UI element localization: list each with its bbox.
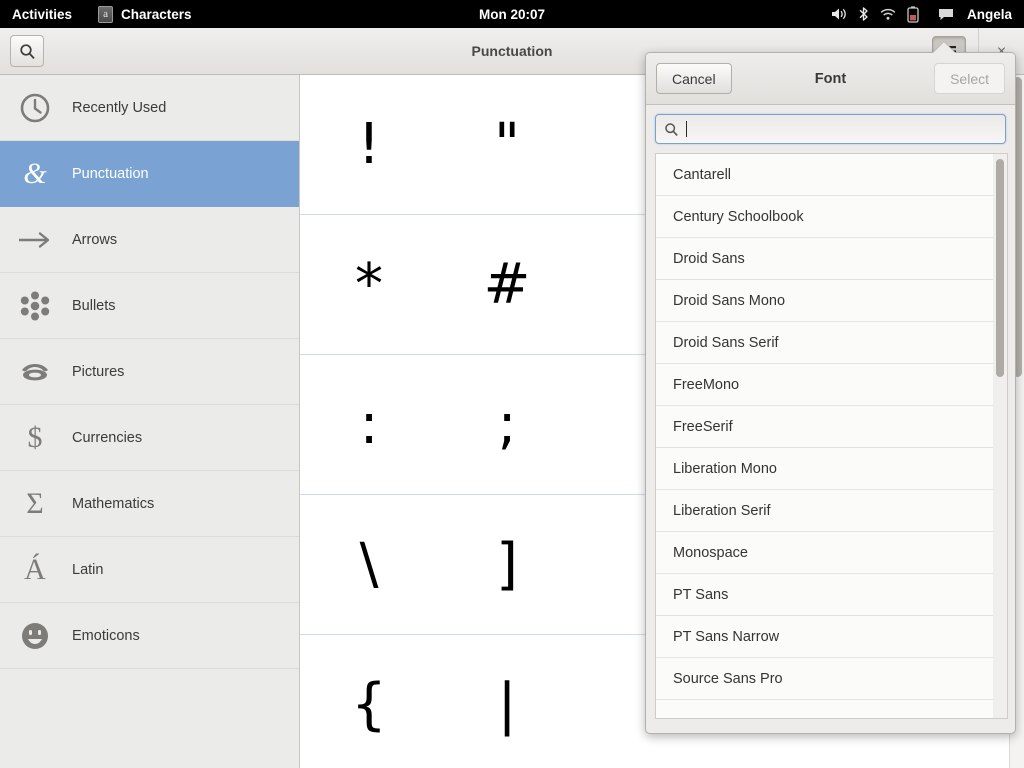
sigma-glyph: Σ <box>26 486 44 520</box>
a-acute-glyph: Á <box>24 552 46 586</box>
font-selection-popover: Cancel Font Select Cantarell Century Sch… <box>645 52 1016 734</box>
character-cell[interactable]: ! <box>300 75 438 215</box>
sidebar-item-arrows[interactable]: Arrows <box>0 207 299 273</box>
sidebar-item-label: Recently Used <box>72 99 167 116</box>
character-cell[interactable]: | <box>438 635 576 768</box>
dollar-sign-icon: $ <box>14 417 56 459</box>
font-list-item[interactable]: FreeMono <box>656 364 1007 406</box>
app-menu-button[interactable]: a Characters <box>86 0 204 28</box>
font-search-container <box>646 105 1015 152</box>
sidebar-item-label: Currencies <box>72 429 143 446</box>
sidebar-item-label: Pictures <box>72 363 125 380</box>
popover-arrow <box>933 42 955 53</box>
popover-header: Cancel Font Select <box>646 53 1015 105</box>
volume-icon <box>831 7 847 21</box>
search-icon <box>664 122 679 137</box>
clock-label: Mon 20:07 <box>478 6 546 22</box>
system-status-area[interactable]: Angela <box>831 0 1024 28</box>
gnome-top-bar: Activities a Characters Mon 20:07 Angela <box>0 0 1024 28</box>
character-cell[interactable]: " <box>438 75 576 215</box>
font-list-scrollbar[interactable] <box>993 154 1007 718</box>
a-acute-icon: Á <box>14 549 56 591</box>
battery-icon <box>907 5 919 23</box>
sidebar-item-punctuation[interactable]: & Punctuation <box>0 141 299 207</box>
font-list-item[interactable]: Monospace <box>656 532 1007 574</box>
character-cell[interactable]: ; <box>438 355 576 495</box>
character-cell[interactable]: ] <box>438 495 576 635</box>
sigma-icon: Σ <box>14 483 56 525</box>
ampersand-icon: & <box>14 153 56 195</box>
telephone-icon <box>14 351 56 393</box>
app-icon-glyph: a <box>103 7 108 20</box>
sidebar-item-currencies[interactable]: $ Currencies <box>0 405 299 471</box>
character-cell[interactable]: # <box>438 215 576 355</box>
clock-icon <box>14 87 56 129</box>
character-cell[interactable]: \ <box>300 495 438 635</box>
wifi-icon <box>880 8 896 21</box>
ampersand-glyph: & <box>23 156 47 190</box>
font-list-item[interactable]: PT Sans <box>656 574 1007 616</box>
sidebar-item-label: Latin <box>72 561 104 578</box>
font-list[interactable]: Cantarell Century Schoolbook Droid Sans … <box>655 153 1008 719</box>
activities-label: Activities <box>12 6 73 22</box>
category-sidebar: Recently Used & Punctuation Arrows Bulle… <box>0 75 300 768</box>
sidebar-item-label: Punctuation <box>72 165 149 182</box>
font-list-item[interactable]: Liberation Serif <box>656 490 1007 532</box>
arrow-right-icon <box>14 219 56 261</box>
font-list-item[interactable]: Cantarell <box>656 154 1007 196</box>
dollar-glyph: $ <box>27 420 43 454</box>
sidebar-item-label: Arrows <box>72 231 118 248</box>
sidebar-item-label: Emoticons <box>72 627 140 644</box>
sidebar-item-pictures[interactable]: Pictures <box>0 339 299 405</box>
font-list-item[interactable]: Century Schoolbook <box>656 196 1007 238</box>
font-list-item[interactable]: FreeSerif <box>656 406 1007 448</box>
search-button[interactable] <box>10 35 44 67</box>
activities-button[interactable]: Activities <box>0 0 86 28</box>
sidebar-item-emoticons[interactable]: Emoticons <box>0 603 299 669</box>
app-menu-label: Characters <box>121 6 192 22</box>
sidebar-item-recently-used[interactable]: Recently Used <box>0 75 299 141</box>
bullet-flower-icon <box>14 285 56 327</box>
select-label: Select <box>950 70 989 87</box>
smiley-face-icon <box>14 615 56 657</box>
font-list-item[interactable]: PT Sans Narrow <box>656 616 1007 658</box>
font-list-item[interactable]: Droid Sans Serif <box>656 322 1007 364</box>
search-icon <box>19 43 35 59</box>
bluetooth-icon <box>858 6 869 22</box>
font-list-item[interactable]: Liberation Mono <box>656 448 1007 490</box>
sidebar-item-mathematics[interactable]: Σ Mathematics <box>0 471 299 537</box>
font-list-scrollbar-thumb[interactable] <box>996 159 1004 377</box>
select-button[interactable]: Select <box>934 63 1005 94</box>
text-cursor <box>686 121 687 137</box>
font-search-input[interactable] <box>655 114 1006 144</box>
character-cell[interactable]: : <box>300 355 438 495</box>
cancel-button[interactable]: Cancel <box>656 63 732 94</box>
sidebar-item-label: Bullets <box>72 297 116 314</box>
user-name-label[interactable]: Angela <box>967 7 1012 22</box>
sidebar-item-latin[interactable]: Á Latin <box>0 537 299 603</box>
font-list-item[interactable]: Droid Sans <box>656 238 1007 280</box>
character-cell[interactable]: * <box>300 215 438 355</box>
sidebar-item-label: Mathematics <box>72 495 155 512</box>
font-list-item[interactable]: Droid Sans Mono <box>656 280 1007 322</box>
chat-icon[interactable] <box>938 8 954 21</box>
font-list-item[interactable]: Source Sans Pro <box>656 658 1007 700</box>
sidebar-item-bullets[interactable]: Bullets <box>0 273 299 339</box>
character-cell[interactable]: { <box>300 635 438 768</box>
characters-app-icon: a <box>98 5 114 23</box>
status-icons-group[interactable] <box>831 5 919 23</box>
cancel-label: Cancel <box>672 70 716 87</box>
